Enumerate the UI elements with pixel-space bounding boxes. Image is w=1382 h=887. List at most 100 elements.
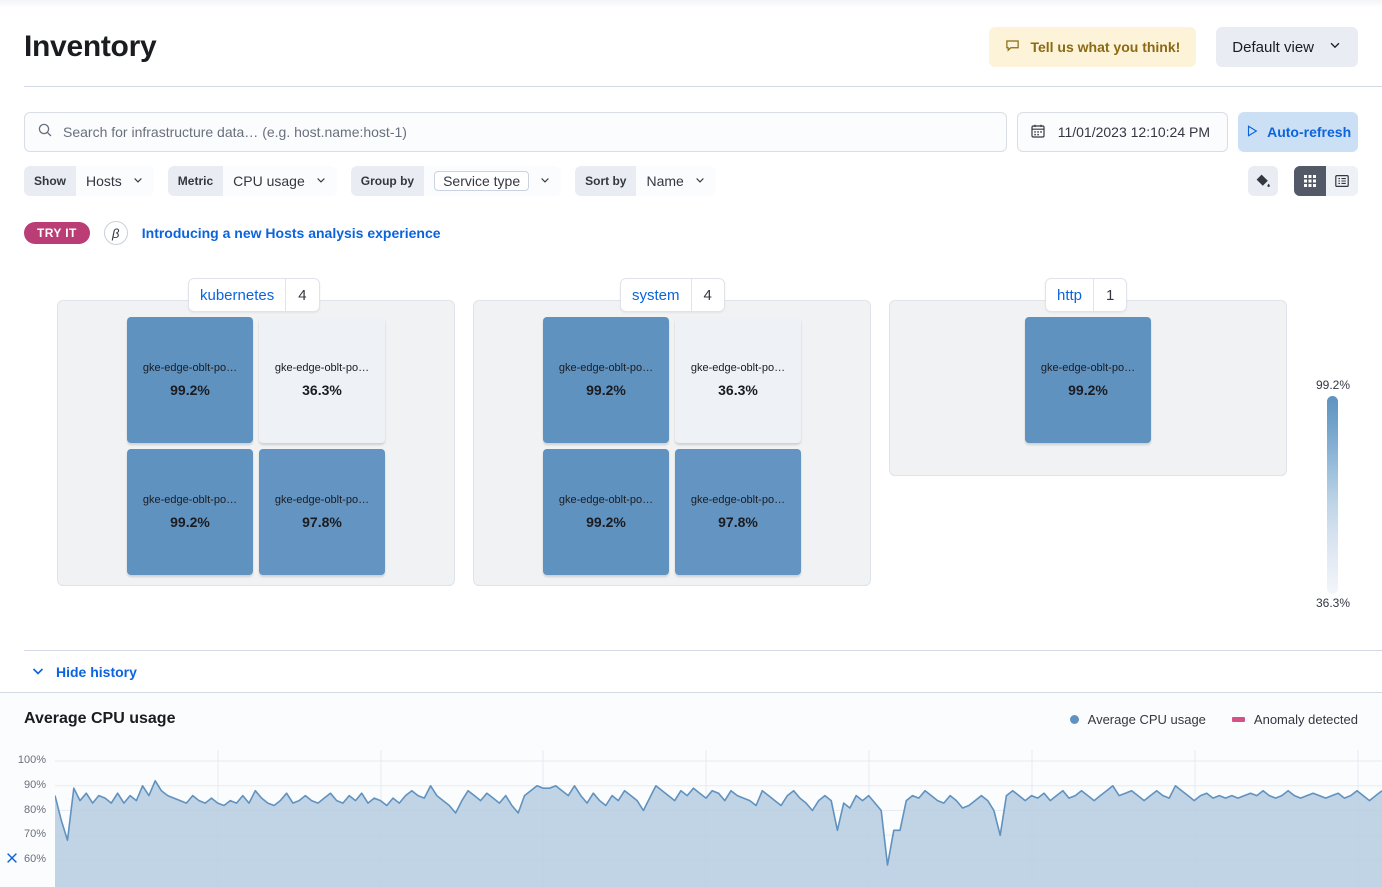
node-value: 97.8% bbox=[302, 514, 342, 530]
date-value: 11/01/2023 12:10:24 PM bbox=[1058, 124, 1210, 140]
chart-legend: Average CPU usage Anomaly detected bbox=[1070, 712, 1358, 727]
group-name[interactable]: kubernetes bbox=[189, 279, 285, 311]
filter-sort-by-value: Name bbox=[646, 173, 683, 189]
group-tab-system[interactable]: system 4 bbox=[620, 278, 725, 312]
node-tile[interactable]: gke-edge-oblt-po… 36.3% bbox=[675, 317, 801, 443]
beta-callout: TRY IT β Introducing a new Hosts analysi… bbox=[24, 220, 441, 246]
group-tab-http[interactable]: http 1 bbox=[1045, 278, 1127, 312]
auto-refresh-button[interactable]: Auto-refresh bbox=[1238, 112, 1358, 152]
chart-y-tick: 60% bbox=[0, 853, 46, 865]
filter-group-by: Group by Service type bbox=[351, 166, 561, 196]
filter-bar: Show Hosts Metric CPU usage Group by Ser… bbox=[24, 166, 1358, 196]
page-header: Inventory Tell us what you think! Defaul… bbox=[0, 8, 1382, 86]
filter-group-by-label: Group by bbox=[351, 166, 424, 196]
calendar-icon bbox=[1030, 123, 1046, 142]
legend-item-anomaly-detected[interactable]: Anomaly detected bbox=[1232, 712, 1358, 727]
node-value: 99.2% bbox=[586, 382, 626, 398]
waffle-map: kubernetes 4 gke-edge-oblt-po… 99.2% gke… bbox=[0, 262, 1382, 642]
node-name: gke-edge-oblt-po… bbox=[143, 494, 237, 506]
auto-refresh-label: Auto-refresh bbox=[1267, 124, 1351, 140]
page-title: Inventory bbox=[24, 30, 156, 64]
group-system: system 4 gke-edge-oblt-po… 99.2% gke-edg… bbox=[473, 278, 871, 586]
chevron-down-icon bbox=[132, 173, 144, 189]
legend-dash-icon bbox=[1232, 717, 1245, 722]
history-divider bbox=[24, 650, 1382, 651]
feedback-label: Tell us what you think! bbox=[1030, 39, 1180, 55]
chart-y-tick: 90% bbox=[0, 779, 46, 791]
header-actions: Tell us what you think! Default view bbox=[989, 27, 1358, 67]
node-name: gke-edge-oblt-po… bbox=[559, 362, 653, 374]
group-http: http 1 gke-edge-oblt-po… 99.2% bbox=[889, 278, 1287, 478]
chevron-down-icon bbox=[30, 663, 46, 682]
default-view-label: Default view bbox=[1232, 39, 1314, 56]
feedback-button[interactable]: Tell us what you think! bbox=[989, 27, 1196, 67]
group-count: 4 bbox=[286, 279, 318, 311]
chart-y-tick: 100% bbox=[0, 754, 46, 766]
header-divider bbox=[24, 86, 1382, 87]
group-kubernetes: kubernetes 4 gke-edge-oblt-po… 99.2% gke… bbox=[57, 278, 455, 586]
node-tile[interactable]: gke-edge-oblt-po… 97.8% bbox=[675, 449, 801, 575]
top-shade bbox=[0, 0, 1382, 8]
node-name: gke-edge-oblt-po… bbox=[275, 362, 369, 374]
chevron-down-icon bbox=[315, 173, 327, 189]
filter-group-by-value: Service type bbox=[434, 171, 529, 191]
table-view-icon[interactable] bbox=[1326, 166, 1358, 196]
filter-metric-label: Metric bbox=[168, 166, 223, 196]
legend-min-label: 36.3% bbox=[1293, 596, 1373, 610]
node-value: 99.2% bbox=[1068, 382, 1108, 398]
group-card bbox=[473, 300, 871, 586]
color-fill-icon[interactable] bbox=[1248, 166, 1278, 196]
node-value: 97.8% bbox=[718, 514, 758, 530]
date-picker[interactable]: 11/01/2023 12:10:24 PM bbox=[1017, 112, 1229, 152]
filter-metric: Metric CPU usage bbox=[168, 166, 337, 196]
group-tab-kubernetes[interactable]: kubernetes 4 bbox=[188, 278, 320, 312]
play-icon bbox=[1245, 124, 1259, 141]
hide-history-label: Hide history bbox=[56, 664, 137, 680]
group-name[interactable]: system bbox=[621, 279, 691, 311]
beta-icon: β bbox=[104, 221, 128, 245]
node-value: 99.2% bbox=[170, 514, 210, 530]
node-tile[interactable]: gke-edge-oblt-po… 99.2% bbox=[127, 449, 253, 575]
default-view-button[interactable]: Default view bbox=[1216, 27, 1358, 67]
filter-show-value: Hosts bbox=[86, 173, 122, 189]
inventory-page: Inventory Tell us what you think! Defaul… bbox=[0, 0, 1382, 887]
legend-max-label: 99.2% bbox=[1293, 378, 1373, 392]
node-tile[interactable]: gke-edge-oblt-po… 99.2% bbox=[127, 317, 253, 443]
grid-view-icon[interactable] bbox=[1294, 166, 1326, 196]
filter-sort-by-select[interactable]: Name bbox=[636, 166, 715, 196]
legend-item-average-cpu-usage[interactable]: Average CPU usage bbox=[1070, 712, 1206, 727]
chevron-down-icon bbox=[694, 173, 706, 189]
chart-area-fill bbox=[55, 781, 1382, 887]
legend-gradient-bar bbox=[1327, 396, 1338, 594]
group-name[interactable]: http bbox=[1046, 279, 1093, 311]
hosts-analysis-link[interactable]: Introducing a new Hosts analysis experie… bbox=[142, 225, 441, 241]
group-card bbox=[57, 300, 455, 586]
node-tile[interactable]: gke-edge-oblt-po… 36.3% bbox=[259, 317, 385, 443]
try-it-badge[interactable]: TRY IT bbox=[24, 222, 90, 244]
view-toolbar bbox=[1248, 166, 1358, 196]
node-value: 99.2% bbox=[170, 382, 210, 398]
comment-icon bbox=[1005, 38, 1020, 56]
group-count: 4 bbox=[692, 279, 724, 311]
search-input[interactable]: Search for infrastructure data… (e.g. ho… bbox=[24, 112, 1007, 152]
node-tile[interactable]: gke-edge-oblt-po… 99.2% bbox=[543, 317, 669, 443]
chart-title: Average CPU usage bbox=[24, 710, 175, 728]
node-tile[interactable]: gke-edge-oblt-po… 97.8% bbox=[259, 449, 385, 575]
legend-dot-icon bbox=[1070, 715, 1079, 724]
filter-metric-select[interactable]: CPU usage bbox=[223, 166, 337, 196]
chevron-down-icon bbox=[1328, 38, 1342, 56]
filter-show: Show Hosts bbox=[24, 166, 154, 196]
search-placeholder: Search for infrastructure data… (e.g. ho… bbox=[63, 124, 407, 140]
node-name: gke-edge-oblt-po… bbox=[691, 362, 785, 374]
search-row: Search for infrastructure data… (e.g. ho… bbox=[24, 112, 1358, 152]
filter-show-select[interactable]: Hosts bbox=[76, 166, 154, 196]
node-name: gke-edge-oblt-po… bbox=[143, 362, 237, 374]
filter-sort-by-label: Sort by bbox=[575, 166, 636, 196]
filter-group-by-select[interactable]: Service type bbox=[424, 166, 561, 196]
node-tile[interactable]: gke-edge-oblt-po… 99.2% bbox=[1025, 317, 1151, 443]
node-tile[interactable]: gke-edge-oblt-po… 99.2% bbox=[543, 449, 669, 575]
search-icon bbox=[37, 122, 53, 143]
hide-history-toggle[interactable]: Hide history bbox=[30, 658, 137, 686]
node-value: 99.2% bbox=[586, 514, 626, 530]
legend-label: Average CPU usage bbox=[1088, 712, 1206, 727]
